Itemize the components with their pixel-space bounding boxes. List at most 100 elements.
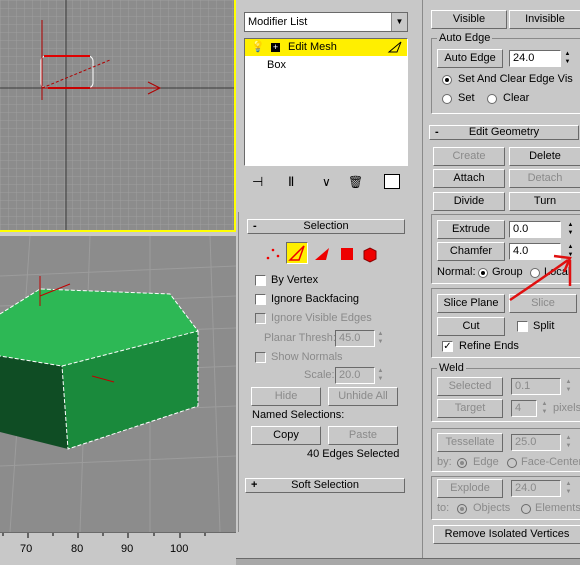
extrude-button[interactable]: Extrude — [437, 220, 505, 239]
stack-item-label: Edit Mesh — [288, 41, 337, 53]
invisible-button[interactable]: Invisible — [509, 10, 580, 29]
pin-stack-icon[interactable]: ⊣ — [252, 174, 263, 190]
scale-arrows[interactable]: ▲ ▼ — [376, 367, 385, 384]
planar-thresh-spinner[interactable]: 45.0 — [335, 330, 375, 347]
weld-target-spinner[interactable]: 4 — [511, 400, 537, 417]
paste-button[interactable]: Paste — [328, 426, 398, 445]
weld-target-button[interactable]: Target — [437, 399, 503, 418]
tessellate-face-center-radio[interactable] — [507, 458, 517, 468]
named-selections-label: Named Selections: — [252, 409, 345, 421]
selection-title: Selection — [303, 220, 349, 232]
delete-button[interactable]: Delete — [509, 147, 580, 166]
stack-item-label: Box — [267, 59, 286, 71]
configure-sets-icon[interactable] — [384, 174, 400, 189]
time-ruler[interactable]: 70 80 90 100 — [0, 532, 236, 565]
vertex-icon[interactable] — [263, 244, 283, 264]
edge-icon[interactable] — [286, 242, 308, 264]
explode-objects-radio[interactable] — [457, 504, 467, 514]
modifier-list-dropdown[interactable]: Modifier List ▼ — [244, 12, 408, 32]
modifier-list-label: Modifier List — [248, 16, 308, 28]
normal-group-radio[interactable] — [478, 268, 488, 278]
face-icon[interactable] — [312, 244, 332, 264]
selection-rollout-header[interactable]: - Selection — [247, 219, 405, 234]
by-vertex-checkbox[interactable] — [255, 275, 266, 286]
explode-arrows[interactable]: ▲ ▼ — [564, 480, 573, 497]
hide-button[interactable]: Hide — [251, 387, 321, 406]
explode-button[interactable]: Explode — [437, 479, 503, 498]
perspective-viewport-scene — [0, 236, 236, 532]
stack-item-box[interactable]: Box — [245, 57, 407, 74]
refine-ends-checkbox[interactable]: ✓ — [442, 341, 453, 352]
modifier-panel: Modifier List ▼ 💡 + Edit Mesh Box ⊣ Ⅱ ∨ … — [238, 0, 420, 210]
expand-icon[interactable]: + — [271, 43, 280, 52]
show-normals-checkbox[interactable] — [255, 352, 266, 363]
by-vertex-label: By Vertex — [271, 274, 319, 286]
ruler-label: 100 — [170, 543, 189, 555]
create-button[interactable]: Create — [433, 147, 505, 166]
lightbulb-icon[interactable]: 💡 — [251, 40, 265, 54]
tessellate-arrows[interactable]: ▲ ▼ — [564, 434, 573, 451]
auto-edge-threshold-arrows[interactable]: ▲ ▼ — [563, 50, 572, 67]
show-normals-label: Show Normals — [271, 351, 343, 363]
ignore-visible-edges-label: Ignore Visible Edges — [271, 312, 372, 324]
split-checkbox[interactable] — [517, 321, 528, 332]
weld-pixels-label: pixels — [553, 402, 580, 414]
extrude-arrows[interactable]: ▲ ▼ — [566, 221, 575, 238]
remove-modifier-icon[interactable]: 🗑 — [348, 174, 363, 190]
status-strip — [236, 558, 580, 565]
tessellate-spinner[interactable]: 25.0 — [511, 434, 561, 451]
soft-selection-rollout-header[interactable]: + Soft Selection — [245, 478, 405, 493]
attach-button[interactable]: Attach — [433, 169, 505, 188]
ignore-backfacing-checkbox[interactable] — [255, 294, 266, 305]
top-viewport-grid — [0, 0, 234, 230]
detach-button[interactable]: Detach — [509, 169, 580, 188]
set-radio[interactable] — [442, 94, 452, 104]
divide-button[interactable]: Divide — [433, 192, 505, 211]
chevron-down-icon[interactable]: ▼ — [391, 13, 407, 31]
visible-button[interactable]: Visible — [431, 10, 507, 29]
set-label: Set — [458, 92, 475, 104]
edit-geometry-rollout-header[interactable]: - Edit Geometry — [429, 125, 579, 140]
auto-edge-threshold-spinner[interactable]: 24.0 — [509, 50, 561, 67]
weld-selected-button[interactable]: Selected — [437, 377, 503, 396]
chamfer-button[interactable]: Chamfer — [437, 242, 505, 261]
perspective-viewport[interactable] — [0, 236, 236, 532]
set-and-clear-radio[interactable] — [442, 75, 452, 85]
unhide-all-button[interactable]: Unhide All — [328, 387, 398, 406]
weld-selected-arrows[interactable]: ▲ ▼ — [564, 378, 573, 395]
turn-button[interactable]: Turn — [509, 192, 580, 211]
ignore-visible-edges-checkbox[interactable] — [255, 313, 266, 324]
show-end-result-icon[interactable]: Ⅱ — [288, 174, 294, 190]
element-icon[interactable] — [360, 244, 380, 264]
make-unique-icon[interactable]: ∨ — [322, 174, 331, 190]
extrude-spinner[interactable]: 0.0 — [509, 221, 561, 238]
ruler-ticks — [2, 533, 206, 538]
tessellate-edge-radio[interactable] — [457, 458, 467, 468]
polygon-icon[interactable] — [337, 244, 357, 264]
clear-radio[interactable] — [487, 94, 497, 104]
scale-label: Scale: — [304, 369, 335, 381]
scale-spinner[interactable]: 20.0 — [335, 367, 375, 384]
weld-selected-spinner[interactable]: 0.1 — [511, 378, 561, 395]
weld-target-arrows[interactable]: ▲ ▼ — [540, 400, 549, 417]
explode-spinner[interactable]: 24.0 — [511, 480, 561, 497]
copy-button[interactable]: Copy — [251, 426, 321, 445]
clear-label: Clear — [503, 92, 530, 104]
edge-subobject-icon — [387, 40, 403, 57]
auto-edge-button[interactable]: Auto Edge — [437, 49, 503, 68]
soft-selection-title: Soft Selection — [291, 479, 359, 491]
tessellate-edge-label: Edge — [473, 456, 499, 468]
planar-thresh-arrows[interactable]: ▲ ▼ — [376, 330, 385, 347]
slice-plane-button[interactable]: Slice Plane — [437, 294, 505, 313]
split-label: Split — [533, 320, 555, 332]
auto-edge-title: Auto Edge — [437, 32, 493, 44]
cut-button[interactable]: Cut — [437, 317, 505, 336]
explode-elements-radio[interactable] — [521, 504, 531, 514]
explode-objects-label: Objects — [473, 502, 511, 514]
remove-isolated-vertices-button[interactable]: Remove Isolated Vertices — [433, 525, 580, 544]
ruler-label: 90 — [121, 543, 134, 555]
top-viewport[interactable] — [0, 0, 236, 232]
stack-item-edit-mesh[interactable]: 💡 + Edit Mesh — [245, 39, 407, 56]
set-and-clear-label: Set And Clear Edge Vis — [458, 73, 573, 85]
tessellate-button[interactable]: Tessellate — [437, 433, 503, 452]
